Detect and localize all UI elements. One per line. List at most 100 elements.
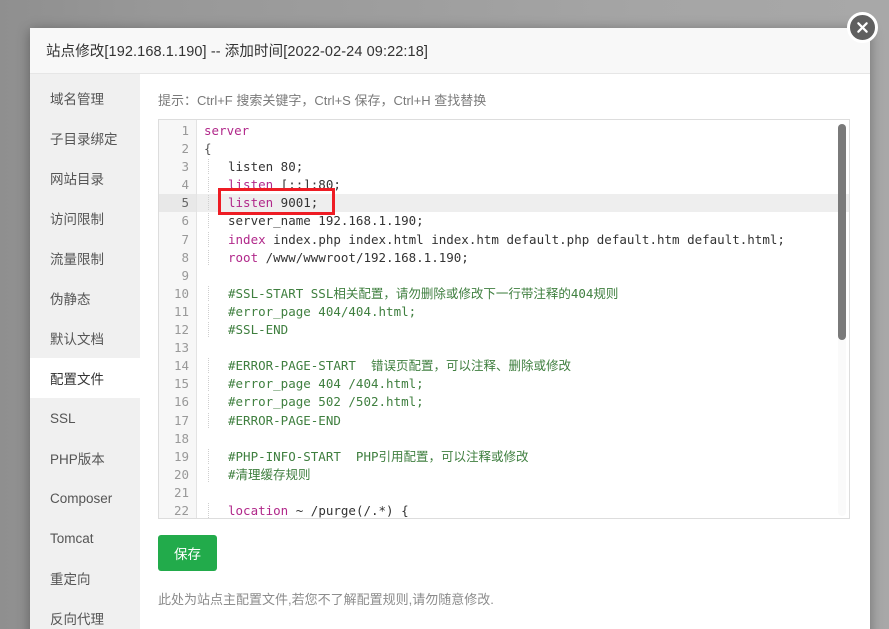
sidebar-item-label: Composer xyxy=(50,490,113,506)
code-token: ~ /purge(/.*) { xyxy=(288,502,409,518)
config-editor[interactable]: 1 2 3 4 5 6 7 8 9 10 11 12 13 14 15 16 17 18 19 20 21 22 serv… xyxy=(158,119,850,519)
sidebar-item-4[interactable]: 流量限制 xyxy=(30,238,140,278)
code-line[interactable]: #清理缓存规则 xyxy=(197,466,849,484)
sidebar-item-label: 配置文件 xyxy=(50,372,104,387)
code-line[interactable] xyxy=(197,267,849,285)
code-token: index.php index.html index.htm default.p… xyxy=(265,231,785,247)
line-number: 9 xyxy=(181,267,189,283)
sidebar-item-12[interactable]: 重定向 xyxy=(30,558,140,598)
code-token: root xyxy=(228,249,259,265)
sidebar-item-7[interactable]: 配置文件 xyxy=(30,358,140,398)
site-edit-modal: 站点修改[192.168.1.190] -- 添加时间[2022-02-24 0… xyxy=(30,28,870,629)
indent-guide: #ERROR-PAGE-END xyxy=(208,412,341,428)
code-token: server_name 192.168.1.190; xyxy=(228,213,424,229)
indent-guide: #PHP-INFO-START PHP引用配置，可以注释或修改 xyxy=(208,448,529,464)
code-line[interactable]: server xyxy=(197,122,849,140)
page-title: 站点修改[192.168.1.190] -- 添加时间[2022-02-24 0… xyxy=(46,44,428,60)
indent-guide: #error_page 404 /404.html; xyxy=(208,376,424,392)
close-icon[interactable] xyxy=(847,12,878,43)
line-number: 6 xyxy=(181,213,189,229)
line-number: 4 xyxy=(181,177,189,193)
sidebar-item-label: 反向代理 xyxy=(50,612,104,627)
sidebar-item-label: 重定向 xyxy=(50,572,91,587)
code-line[interactable] xyxy=(197,484,849,502)
sidebar-item-2[interactable]: 网站目录 xyxy=(30,158,140,198)
sidebar-item-10[interactable]: Composer xyxy=(30,478,140,518)
code-line[interactable]: root /www/wwwroot/192.168.1.190; xyxy=(197,249,849,267)
line-number: 21 xyxy=(173,484,189,500)
line-number: 15 xyxy=(173,376,189,392)
line-number: 13 xyxy=(173,340,189,356)
code-line[interactable]: #PHP-INFO-START PHP引用配置，可以注释或修改 xyxy=(197,448,849,466)
code-token: #SSL-END xyxy=(228,322,289,338)
code-token: listen 80; xyxy=(228,159,304,175)
code-line[interactable]: #error_page 404 /404.html; xyxy=(197,375,849,393)
code-token: #ERROR-PAGE-START 错误页配置，可以注释、删除或修改 xyxy=(228,358,571,374)
line-number-gutter: 1 2 3 4 5 6 7 8 9 10 11 12 13 14 15 16 17 18 19 20 21 22 xyxy=(159,120,197,518)
line-number: 2 xyxy=(181,141,189,157)
code-line[interactable]: { xyxy=(197,140,849,158)
code-token: server xyxy=(204,123,250,138)
code-line[interactable]: listen 9001; xyxy=(197,194,849,213)
editor-scrollbar-thumb[interactable] xyxy=(838,124,846,340)
line-number: 19 xyxy=(173,448,189,464)
code-line[interactable]: location ~ /purge(/.*) { xyxy=(197,502,849,518)
sidebar-item-6[interactable]: 默认文档 xyxy=(30,318,140,358)
code-token: #清理缓存规则 xyxy=(228,466,311,482)
line-number: 22 xyxy=(173,502,189,518)
code-line[interactable]: listen [::]:80; xyxy=(197,176,849,194)
sidebar-item-label: 默认文档 xyxy=(50,332,104,347)
code-token: [::]:80; xyxy=(273,177,341,193)
code-line[interactable]: listen 80; xyxy=(197,158,849,176)
code-line[interactable]: #error_page 502 /502.html; xyxy=(197,393,849,411)
code-line[interactable]: #ERROR-PAGE-START 错误页配置，可以注释、删除或修改 xyxy=(197,357,849,375)
code-token: location xyxy=(228,502,289,518)
sidebar-item-1[interactable]: 子目录绑定 xyxy=(30,118,140,158)
indent-guide: #ERROR-PAGE-START 错误页配置，可以注释、删除或修改 xyxy=(208,358,571,374)
code-token: listen xyxy=(228,195,274,211)
line-number: 1 xyxy=(181,123,189,138)
code-line[interactable] xyxy=(197,430,849,448)
modal-body: 域名管理 子目录绑定网站目录访问限制 流量限制伪静态默认文档配置文件 SSL PHP版本… xyxy=(30,74,870,629)
sidebar-item-8[interactable]: SSL xyxy=(30,398,140,438)
line-number: 11 xyxy=(173,303,189,319)
code-line[interactable]: index index.php index.html index.htm def… xyxy=(197,231,849,249)
indent-guide: listen 9001; xyxy=(208,195,319,211)
editor-scrollbar-track[interactable] xyxy=(838,124,846,516)
editor-viewport[interactable]: 1 2 3 4 5 6 7 8 9 10 11 12 13 14 15 16 17 18 19 20 21 22 serv… xyxy=(159,120,849,518)
sidebar-item-label: 网站目录 xyxy=(50,172,104,187)
line-number: 16 xyxy=(173,394,189,410)
sidebar-item-5[interactable]: 伪静态 xyxy=(30,278,140,318)
sidebar-item-label: Tomcat xyxy=(50,530,94,546)
code-line[interactable]: #SSL-END xyxy=(197,321,849,339)
line-number: 14 xyxy=(173,358,189,374)
indent-guide: location ~ /purge(/.*) { xyxy=(208,502,409,518)
indent-guide: #SSL-START SSL相关配置，请勿删除或修改下一行带注释的404规则 xyxy=(208,285,619,301)
indent-guide: #SSL-END xyxy=(208,322,289,338)
code-token: #error_page 404 /404.html; xyxy=(228,376,424,392)
line-number: 12 xyxy=(173,322,189,338)
sidebar-item-label: 伪静态 xyxy=(50,292,91,307)
footer-note: 此处为站点主配置文件,若您不了解配置规则,请勿随意修改. xyxy=(158,592,494,607)
save-button[interactable]: 保存 xyxy=(158,535,217,571)
shortcut-hint: 提示：Ctrl+F 搜索关键字，Ctrl+S 保存，Ctrl+H 查找替换 xyxy=(158,93,487,108)
code-token: #error_page 404/404.html; xyxy=(228,303,417,319)
sidebar: 域名管理 子目录绑定网站目录访问限制 流量限制伪静态默认文档配置文件 SSL PHP版本… xyxy=(30,74,140,629)
indent-guide: #error_page 502 /502.html; xyxy=(208,394,424,410)
code-line[interactable] xyxy=(197,339,849,357)
sidebar-item-3[interactable]: 访问限制 xyxy=(30,198,140,238)
code-line[interactable]: server_name 192.168.1.190; xyxy=(197,212,849,230)
line-number: 10 xyxy=(173,285,189,301)
code-area[interactable]: server{listen 80; listen [::]:80; listen 9… xyxy=(197,120,849,518)
code-line[interactable]: #SSL-START SSL相关配置，请勿删除或修改下一行带注释的404规则 xyxy=(197,285,849,303)
code-token: 9001; xyxy=(273,195,319,211)
line-number: 18 xyxy=(173,430,189,446)
sidebar-item-11[interactable]: Tomcat xyxy=(30,518,140,558)
code-line[interactable]: #ERROR-PAGE-END xyxy=(197,412,849,430)
sidebar-item-0[interactable]: 域名管理 xyxy=(30,78,140,118)
code-line[interactable]: #error_page 404/404.html; xyxy=(197,303,849,321)
sidebar-item-9[interactable]: PHP版本 xyxy=(30,438,140,478)
sidebar-item-13[interactable]: 反向代理 xyxy=(30,598,140,629)
line-number: 17 xyxy=(173,412,189,428)
indent-guide: #清理缓存规则 xyxy=(208,466,311,482)
